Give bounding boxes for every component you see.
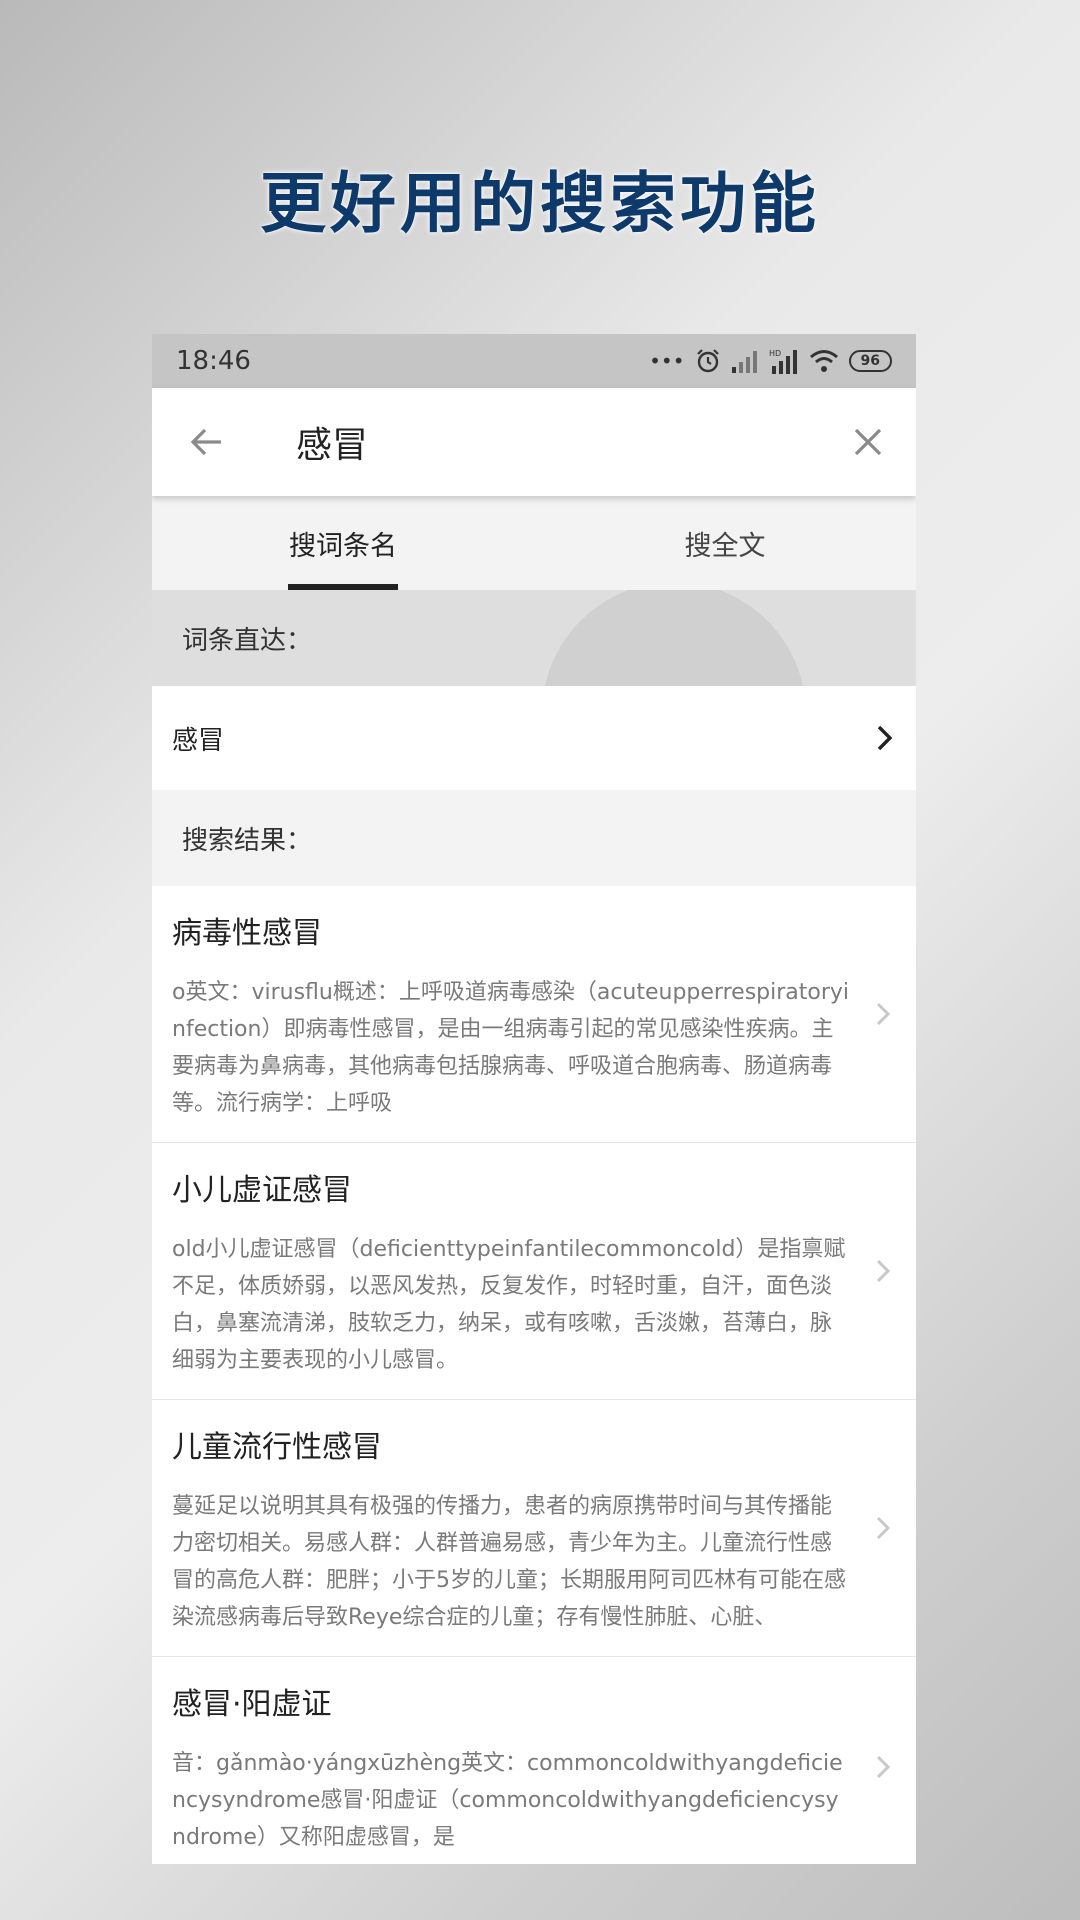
svg-text:HD: HD [769,349,781,358]
chevron-right-icon [876,1755,891,1778]
result-item[interactable]: 感冒·阳虚证 音：gǎnmào·yángxūzhèng英文：commoncold… [152,1657,916,1864]
direct-section-label: 词条直达： [182,625,313,656]
direct-entry-label: 感冒 [172,725,225,756]
result-description: o英文：virusflu概述：上呼吸道病毒感染（acuteupperrespir… [172,980,850,1116]
signal-1-icon [731,351,757,373]
result-item[interactable]: 小儿虚证感冒 old小儿虚证感冒（deficienttypeinfantilec… [152,1143,916,1400]
decorative-circle [542,590,806,686]
result-item[interactable]: 病毒性感冒 o英文：virusflu概述：上呼吸道病毒感染（acuteupper… [152,886,916,1143]
tab-entry-name[interactable]: 搜词条名 [152,496,534,590]
promo-headline: 更好用的搜索功能 [260,165,820,242]
chevron-right-icon [876,1002,891,1026]
phone-screen: 18:46 ••• HD 96 感冒 搜词条名 搜全文 词条直达： 感冒 搜索结… [152,334,916,1864]
search-tabs: 搜词条名 搜全文 [152,496,916,590]
result-title: 病毒性感冒 [172,916,322,951]
results-section-label: 搜索结果： [182,825,313,856]
status-time: 18:46 [176,346,251,376]
search-bar: 感冒 [152,388,916,496]
result-title: 小儿虚证感冒 [172,1173,352,1208]
battery-indicator: 96 [848,350,892,372]
tab-entry-name-label: 搜词条名 [289,530,397,562]
chevron-right-icon [877,725,893,751]
results-section-header: 搜索结果： [152,790,916,886]
clear-search-button[interactable] [820,388,916,496]
status-icons: ••• HD 96 [649,348,892,374]
more-dots-icon: ••• [649,349,685,373]
alarm-icon [696,349,719,373]
status-bar: 18:46 ••• HD 96 [152,334,916,388]
result-description: 音：gǎnmào·yángxūzhèng英文：commoncoldwithyan… [172,1751,843,1850]
direct-section-header: 词条直达： [152,590,916,686]
wifi-icon [809,350,838,372]
chevron-right-icon [876,1516,891,1540]
direct-entry-row[interactable]: 感冒 [152,686,916,790]
chevron-right-icon [876,1259,891,1283]
result-item[interactable]: 儿童流行性感冒 蔓延足以说明其具有极强的传播力，患者的病原携带时间与其传播能力密… [152,1400,916,1657]
result-description: old小儿虚证感冒（deficienttypeinfantilecommonco… [172,1237,846,1373]
arrow-left-icon [190,428,221,456]
tab-full-text[interactable]: 搜全文 [534,496,916,590]
result-title: 儿童流行性感冒 [172,1430,382,1465]
tab-full-text-label: 搜全文 [684,530,766,562]
signal-hd-icon: HD [769,349,797,374]
close-icon [854,428,882,456]
search-input[interactable]: 感冒 [262,416,820,468]
result-title: 感冒·阳虚证 [172,1687,332,1722]
result-description: 蔓延足以说明其具有极强的传播力，患者的病原携带时间与其传播能力密切相关。易感人群… [172,1494,846,1630]
back-button[interactable] [152,388,262,496]
